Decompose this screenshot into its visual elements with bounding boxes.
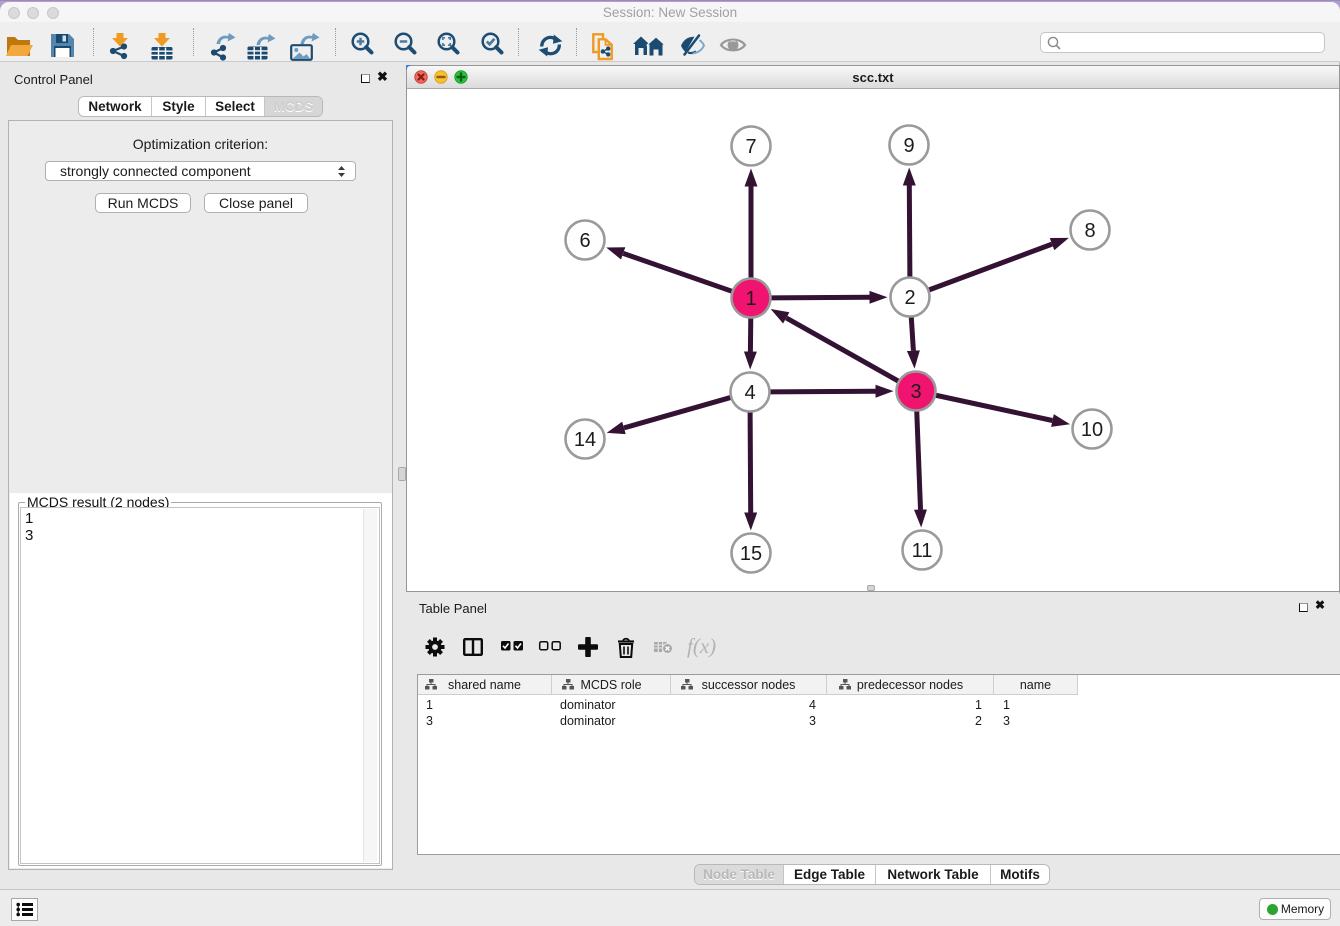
svg-text:6: 6	[579, 230, 590, 252]
svg-text:7: 7	[745, 136, 756, 158]
svg-text:1: 1	[745, 288, 756, 310]
svg-text:9: 9	[903, 135, 914, 157]
svg-text:15: 15	[740, 543, 762, 565]
svg-text:3: 3	[910, 381, 921, 403]
svg-text:8: 8	[1084, 220, 1095, 242]
svg-text:f(x): f(x)	[687, 634, 716, 658]
svg-text:2: 2	[904, 287, 915, 309]
svg-text:10: 10	[1081, 419, 1103, 441]
svg-text:4: 4	[744, 382, 755, 404]
svg-text:14: 14	[574, 429, 596, 451]
svg-text:11: 11	[912, 540, 933, 562]
